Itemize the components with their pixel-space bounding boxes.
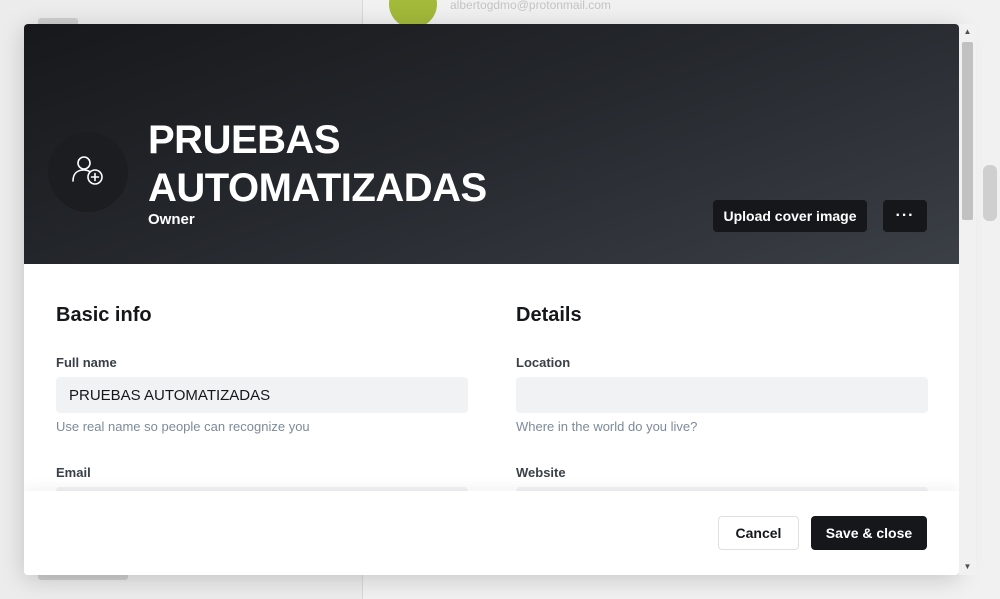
- cancel-button[interactable]: Cancel: [718, 516, 799, 550]
- profile-modal: PRUEBAS AUTOMATIZADAS Owner Upload cover…: [24, 24, 959, 575]
- scroll-down-icon[interactable]: ▼: [959, 559, 976, 575]
- full-name-label: Full name: [56, 355, 117, 370]
- location-input[interactable]: [516, 377, 928, 413]
- modal-scrollbar[interactable]: ▲ ▼: [959, 24, 976, 575]
- details-title: Details: [516, 304, 582, 326]
- modal-footer: Cancel Save & close: [24, 491, 959, 575]
- background-email: albertogdmo@protonmail.com: [450, 0, 611, 12]
- website-label: Website: [516, 465, 566, 480]
- location-hint: Where in the world do you live?: [516, 419, 698, 434]
- user-add-icon: [70, 152, 106, 193]
- profile-role: Owner: [148, 211, 195, 228]
- basic-info-title: Basic info: [56, 304, 152, 326]
- upload-cover-image-button[interactable]: Upload cover image: [713, 200, 867, 232]
- avatar[interactable]: [48, 132, 128, 212]
- email-label: Email: [56, 465, 91, 480]
- scroll-up-icon[interactable]: ▲: [959, 24, 976, 40]
- save-and-close-button[interactable]: Save & close: [811, 516, 927, 550]
- profile-name: PRUEBAS AUTOMATIZADAS: [148, 118, 487, 210]
- cover-image: PRUEBAS AUTOMATIZADAS Owner Upload cover…: [24, 24, 959, 264]
- full-name-hint: Use real name so people can recognize yo…: [56, 419, 310, 434]
- background-scrollbar: [983, 165, 997, 221]
- full-name-input[interactable]: [56, 377, 468, 413]
- scrollbar-thumb[interactable]: [962, 42, 973, 220]
- location-label: Location: [516, 355, 571, 370]
- more-options-button[interactable]: ···: [883, 200, 927, 232]
